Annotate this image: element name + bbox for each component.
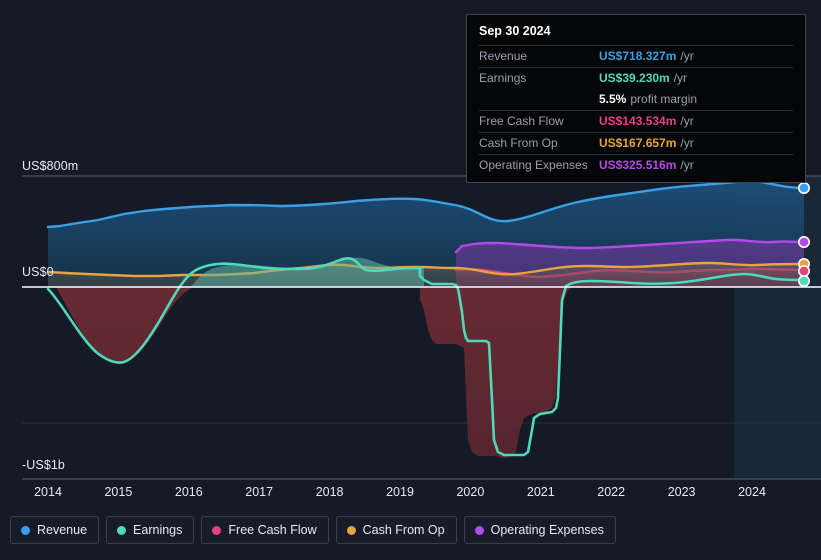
tooltip-row-value: US$167.657m xyxy=(599,136,677,150)
chart-legend: Revenue Earnings Free Cash Flow Cash From O… xyxy=(10,516,616,544)
legend-item-earnings[interactable]: Earnings xyxy=(106,516,195,544)
tooltip-row-unit: profit margin xyxy=(630,92,698,106)
x-axis-tick-2023: 2023 xyxy=(667,485,696,499)
tooltip-row-unit: /yr xyxy=(680,136,694,150)
tooltip-row-label: Revenue xyxy=(479,49,528,63)
tooltip-row-unit: /yr xyxy=(680,114,694,128)
legend-item-revenue[interactable]: Revenue xyxy=(10,516,100,544)
tooltip-row: 5.5% profit margin xyxy=(479,89,793,110)
tooltip-row-value: US$143.534m xyxy=(599,114,677,128)
tooltip-row-label: Operating Expenses xyxy=(479,158,588,172)
tooltip-row-value: US$325.516m xyxy=(599,158,677,172)
x-axis-tick-2018: 2018 xyxy=(315,485,344,499)
legend-color-dot-icon xyxy=(21,525,30,535)
tooltip-rows: Revenue US$718.327m/yr Earnings US$39.230m /… xyxy=(479,45,793,176)
legend-color-dot-icon xyxy=(474,525,484,535)
x-axis-tick-2022: 2022 xyxy=(597,485,626,499)
x-axis-tick-2019: 2019 xyxy=(386,485,414,499)
legend-item-operating-expenses[interactable]: Operating Expenses xyxy=(463,516,616,544)
x-axis-tick-2020: 2020 xyxy=(456,485,485,499)
legend-item-label: Operating Expenses xyxy=(490,523,604,537)
y-axis-label-zero: US$0 xyxy=(22,265,54,279)
legend-color-dot-icon xyxy=(117,525,127,535)
legend-item-label: Revenue xyxy=(37,523,88,537)
tooltip-row: Operating Expenses US$325.516m/yr xyxy=(479,154,793,176)
x-axis-tick-2016: 2016 xyxy=(174,485,203,499)
data-tooltip: Sep 30 2024 Revenue US$718.327m/yr Earning… xyxy=(466,14,806,183)
tooltip-row: Revenue US$718.327m/yr xyxy=(479,45,793,67)
x-axis-tick-2024: 2024 xyxy=(738,485,766,499)
tooltip-row-unit: /yr xyxy=(673,71,688,85)
legend-item-label: Earnings xyxy=(133,523,183,537)
legend-color-dot-icon xyxy=(346,525,356,535)
tooltip-row-label: Earnings xyxy=(479,71,527,85)
tooltip-row-value: US$718.327m xyxy=(599,49,677,63)
free-cash-flow-endpoint-marker xyxy=(797,264,810,277)
tooltip-row-value: 5.5% xyxy=(599,92,627,106)
revenue-endpoint-marker xyxy=(797,182,810,195)
y-axis-label-top: US$800m xyxy=(22,159,79,173)
legend-item-cash-from-op[interactable]: Cash From Op xyxy=(335,516,457,544)
legend-item-free-cash-flow[interactable]: Free Cash Flow xyxy=(201,516,329,544)
tooltip-row: Cash From Op US$167.657m/yr xyxy=(479,132,793,154)
x-axis-tick-2017: 2017 xyxy=(245,485,274,499)
x-axis-tick-2014: 2014 xyxy=(34,485,62,499)
legend-color-dot-icon xyxy=(212,525,222,535)
tooltip-row: Free Cash Flow US$143.534m/yr xyxy=(479,110,793,132)
x-axis-tick-2015: 2015 xyxy=(104,485,133,499)
x-axis-tick-2021: 2021 xyxy=(526,485,555,499)
earnings-endpoint-marker xyxy=(797,274,810,287)
legend-item-label: Free Cash Flow xyxy=(228,523,317,537)
tooltip-row-value: US$39.230m xyxy=(599,71,670,85)
tooltip-row-label: Cash From Op xyxy=(479,136,558,150)
tooltip-row-unit: /yr xyxy=(680,49,694,63)
legend-item-label: Cash From Op xyxy=(362,523,445,537)
operating-expenses-endpoint-marker xyxy=(797,236,810,249)
tooltip-row-unit: /yr xyxy=(680,158,694,172)
tooltip-row-label: Free Cash Flow xyxy=(479,114,564,128)
y-axis-label-bottom: -US$1b xyxy=(22,458,65,472)
tooltip-date: Sep 30 2024 xyxy=(479,24,551,38)
tooltip-row: Earnings US$39.230m/yr xyxy=(479,67,793,89)
